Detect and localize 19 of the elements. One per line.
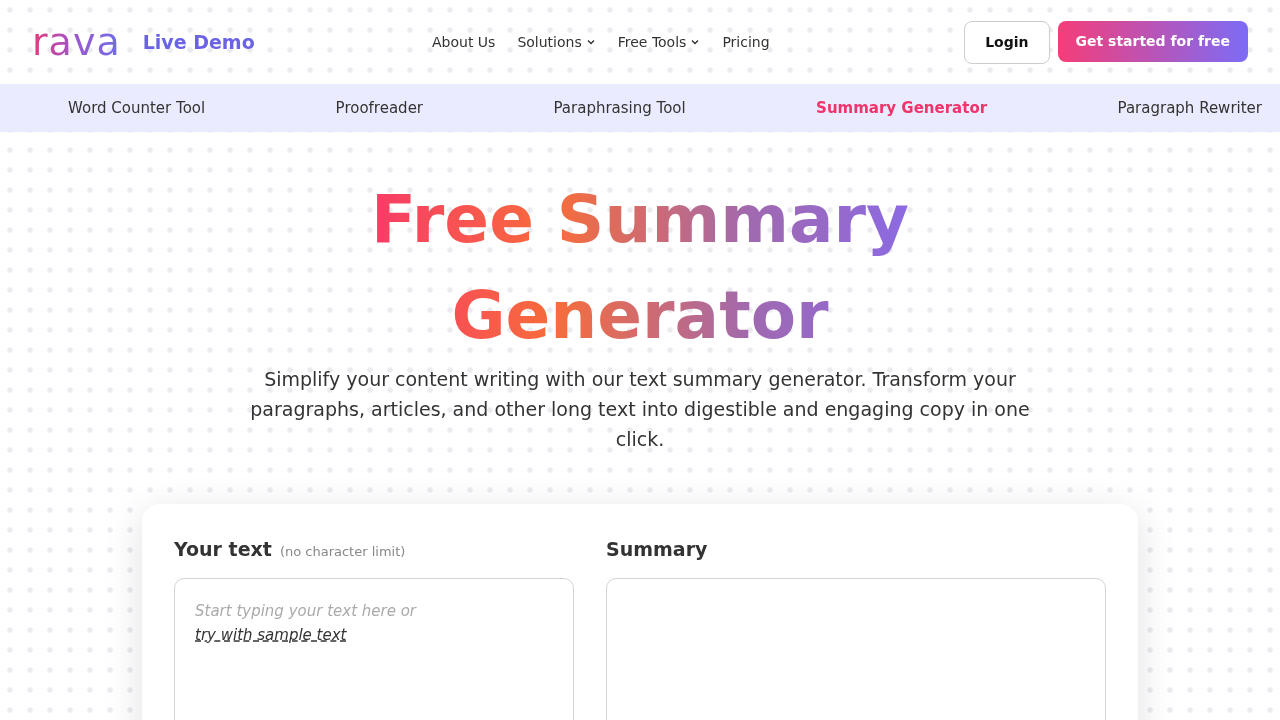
nav-link[interactable]: About Us xyxy=(432,34,496,50)
chevron-down-icon xyxy=(585,37,596,47)
tool-tab[interactable]: Paragraph Rewriter xyxy=(1117,99,1262,117)
character-limit-note: (no character limit) xyxy=(279,544,406,559)
tool-tab[interactable]: Word Counter Tool xyxy=(68,99,206,117)
chevron-down-icon xyxy=(690,37,701,47)
tool-tab[interactable]: Proofreader xyxy=(335,99,424,117)
get-started-button[interactable]: Get started for free xyxy=(1057,20,1248,62)
sample-text-link[interactable]: try with sample text xyxy=(195,625,347,644)
hero-subtitle: Simplify your content writing with our text summary generator. Transform your paragraphs, articles, and other long text into digestible and engaging copy in one click. xyxy=(249,367,1031,452)
text-input-field[interactable]: Start typing your text here or try with sample text xyxy=(174,577,574,720)
nav-link[interactable]: Solutions xyxy=(517,34,596,50)
summary-title: Summary xyxy=(606,538,708,560)
live-demo-label: Live Demo xyxy=(142,31,255,53)
input-title: Your text xyxy=(174,538,272,560)
login-button[interactable]: Login xyxy=(964,20,1050,64)
tool-tab[interactable]: Paraphrasing Tool xyxy=(553,99,686,117)
nav-link[interactable]: Free Tools xyxy=(617,34,701,50)
nav-link[interactable]: Pricing xyxy=(722,34,770,50)
